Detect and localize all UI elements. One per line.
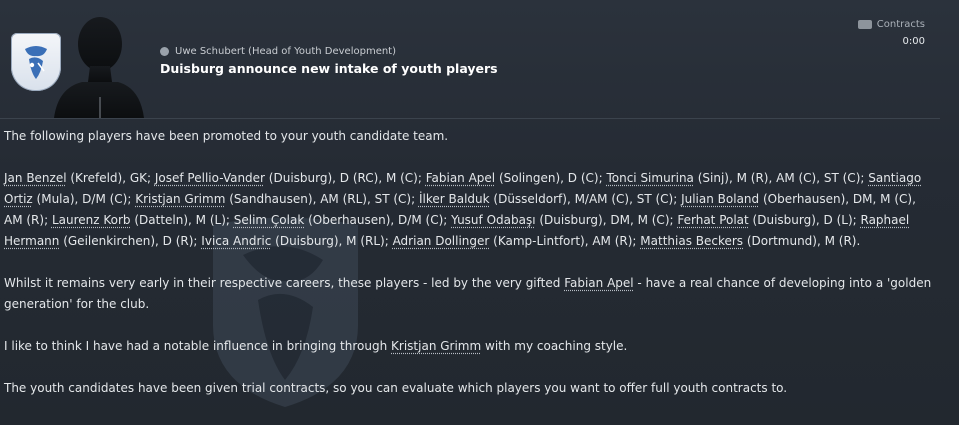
sender-silhouette-icon[interactable] [50, 10, 145, 118]
player-link[interactable]: İlker Balduk [419, 192, 490, 206]
info-icon[interactable] [160, 47, 169, 56]
player-link[interactable]: Ivica Andric [201, 234, 271, 248]
player-link[interactable]: Julian Boland [681, 192, 759, 206]
message-headline: Duisburg announce new intake of youth pl… [160, 61, 498, 76]
player-detail: (Duisburg), D (RC), M (C); [264, 171, 426, 185]
player-detail: (Mula), D/M (C); [32, 192, 136, 206]
player-link[interactable]: Adrian Dollinger [393, 234, 490, 248]
message-category[interactable]: Contracts [857, 19, 925, 30]
contracts-paragraph: The youth candidates have been given tri… [4, 381, 788, 395]
message-body: The following players have been promoted… [4, 126, 934, 420]
player-detail: (Düsseldorf), M/AM (C), ST (C); [489, 192, 682, 206]
player-link[interactable]: Ferhat Polat [677, 213, 748, 227]
outlook-text-pre: Whilst it remains very early in their re… [4, 276, 565, 290]
player-link[interactable]: Selim Çolak [234, 213, 305, 227]
players-paragraph: Jan Benzel (Krefeld), GK; Josef Pellio-V… [4, 168, 934, 252]
player-link[interactable]: Laurenz Korb [52, 213, 131, 227]
player-link[interactable]: Yusuf Odabaşı [451, 213, 535, 227]
intro-paragraph: The following players have been promoted… [4, 129, 449, 143]
player-link[interactable]: Kristjan Grimm [135, 192, 225, 206]
player-detail: (Duisburg), M (RL); [271, 234, 393, 248]
message-header: Uwe Schubert (Head of Youth Development)… [0, 0, 959, 118]
player-detail: (Solingen), D (C); [495, 171, 607, 185]
message-author: Uwe Schubert (Head of Youth Development) [160, 46, 396, 57]
author-label[interactable]: Uwe Schubert (Head of Youth Development) [175, 46, 396, 57]
player-link[interactable]: Josef Pellio-Vander [155, 171, 265, 185]
player-detail: (Duisburg), D (L); [748, 213, 861, 227]
tag-icon [857, 20, 872, 29]
player-detail: (Dortmund), M (R). [743, 234, 861, 248]
header-divider [0, 118, 940, 119]
outlook-paragraph: Whilst it remains very early in their re… [4, 273, 934, 315]
message-time: 0:00 [902, 36, 925, 47]
player-detail: (Datteln), M (L); [130, 213, 234, 227]
player-link[interactable]: Matthias Beckers [640, 234, 743, 248]
player-detail: (Oberhausen), D/M (C); [304, 213, 452, 227]
player-link[interactable]: Fabian Apel [426, 171, 495, 185]
influence-paragraph: I like to think I have had a notable inf… [4, 336, 934, 357]
player-link[interactable]: Kristjan Grimm [391, 339, 481, 353]
category-label: Contracts [876, 19, 925, 30]
influence-text-post: with my coaching style. [481, 339, 628, 353]
player-detail: (Sandhausen), AM (RL), ST (C); [225, 192, 419, 206]
influence-text-pre: I like to think I have had a notable inf… [4, 339, 392, 353]
player-detail: (Duisburg), DM, M (C); [535, 213, 678, 227]
player-detail: (Sinj), M (R), AM (C), ST (C); [693, 171, 869, 185]
player-link[interactable]: Fabian Apel [564, 276, 633, 290]
player-detail: (Kamp-Lintfort), AM (R); [489, 234, 641, 248]
player-detail: (Krefeld), GK; [66, 171, 155, 185]
player-link[interactable]: Tonci Simurina [606, 171, 693, 185]
player-detail: (Geilenkirchen), D (R); [59, 234, 202, 248]
player-link[interactable]: Jan Benzel [4, 171, 67, 185]
